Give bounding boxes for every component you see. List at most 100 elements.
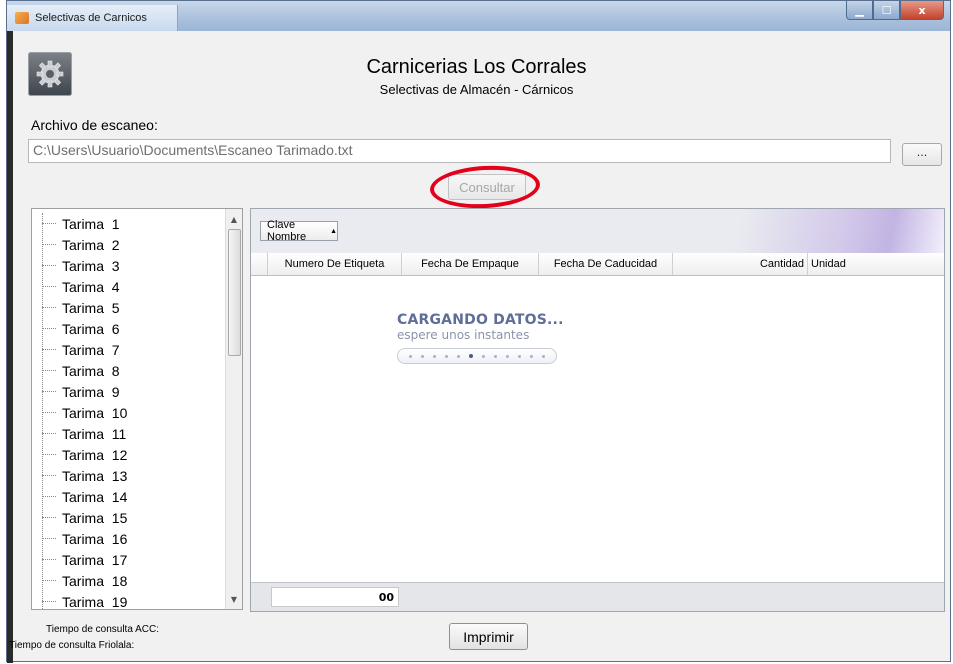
tree-connector <box>42 264 56 267</box>
friolala-query-time-label: Tiempo de consulta Friolala: <box>9 640 135 651</box>
loading-dot <box>482 354 485 358</box>
tree-item-label: Tarima 8 <box>62 362 120 379</box>
title-tab: Selectivas de Carnicos <box>7 5 178 31</box>
tree-connector <box>42 579 56 582</box>
tree-item-label: Tarima 11 <box>62 425 127 442</box>
tree-item[interactable]: Tarima 14 <box>32 486 228 507</box>
loading-dot <box>420 354 424 358</box>
print-button[interactable]: Imprimir <box>449 623 528 650</box>
grid-footer: 00 <box>251 582 944 611</box>
tree-item-label: Tarima 19 <box>62 593 128 610</box>
tree-item[interactable]: Tarima 6 <box>32 318 228 339</box>
tree-item[interactable]: Tarima 2 <box>32 234 228 255</box>
column-fecha-empaque[interactable]: Fecha De Empaque <box>402 253 539 275</box>
tree-item[interactable]: Tarima 7 <box>32 339 228 360</box>
group-by-label: Clave Nombre <box>267 219 307 243</box>
tree-item-label: Tarima 2 <box>62 236 120 253</box>
tree-item[interactable]: Tarima 9 <box>32 381 228 402</box>
close-icon: x <box>918 3 926 17</box>
maximize-button[interactable]: ☐ <box>873 1 900 20</box>
tree-item[interactable]: Tarima 19 <box>32 591 228 610</box>
tree-connector <box>42 600 56 603</box>
tree-item-label: Tarima 13 <box>62 467 128 484</box>
acc-query-time-label: Tiempo de consulta ACC: <box>46 624 160 635</box>
tree-item[interactable]: Tarima 11 <box>32 423 228 444</box>
tree-item-label: Tarima 17 <box>62 551 128 568</box>
page-title: Carnicerias Los Corrales <box>366 56 587 78</box>
file-path-input[interactable]: C:\Users\Usuario\Documents\Escaneo Tarim… <box>28 139 891 163</box>
tree-item-label: Tarima 9 <box>62 383 120 400</box>
page-subtitle: Selectivas de Almacén - Cárnicos <box>379 82 574 97</box>
loading-dot <box>506 354 510 358</box>
loading-dot <box>444 354 448 358</box>
tree-connector <box>42 474 56 477</box>
app-title-icon <box>15 12 29 24</box>
column-unidad[interactable]: Unidad <box>808 253 944 275</box>
title-bar: Selectivas de Carnicos ▁ ☐ x <box>7 1 950 32</box>
tree-item[interactable]: Tarima 4 <box>32 276 228 297</box>
tree-connector <box>42 537 56 540</box>
tree-item[interactable]: Tarima 5 <box>32 297 228 318</box>
tree-item-label: Tarima 6 <box>62 320 120 337</box>
window-controls: ▁ ☐ x <box>846 1 944 21</box>
tree-connector <box>42 495 56 498</box>
tree-item[interactable]: Tarima 10 <box>32 402 228 423</box>
sort-asc-icon: ▲ <box>330 227 337 235</box>
tree-connector <box>42 390 56 393</box>
tree-item[interactable]: Tarima 8 <box>32 360 228 381</box>
tree-connector <box>42 453 56 456</box>
close-button[interactable]: x <box>900 1 944 20</box>
tree-connector <box>42 243 56 246</box>
tree-item-label: Tarima 14 <box>62 488 128 505</box>
loading-progress-bar <box>397 348 557 364</box>
tree-item-label: Tarima 5 <box>62 299 120 316</box>
loading-subtitle: espere unos instantes <box>397 328 530 342</box>
tree-item[interactable]: Tarima 17 <box>32 549 228 570</box>
loading-dot <box>408 354 412 358</box>
tree-item-label: Tarima 12 <box>62 446 128 463</box>
loading-dot <box>518 354 522 358</box>
tree-scrollbar[interactable]: ▲ ▼ <box>225 209 242 609</box>
loading-dot <box>456 354 460 358</box>
tree-item[interactable]: Tarima 15 <box>32 507 228 528</box>
tree-item[interactable]: Tarima 13 <box>32 465 228 486</box>
tarima-tree[interactable]: Tarima 1 Tarima 2 Tarima 3 Tarima 4 Tarima 5… <box>31 208 243 610</box>
grid-column-header: Numero De Etiqueta Fecha De Empaque Fech… <box>251 253 944 276</box>
column-fecha-caducidad[interactable]: Fecha De Caducidad <box>539 253 673 275</box>
scroll-down-icon[interactable]: ▼ <box>226 591 242 607</box>
tree-list: Tarima 1 Tarima 2 Tarima 3 Tarima 4 Tarima 5… <box>32 213 228 610</box>
grid-body: CARGANDO DATOS... espere unos instantes <box>251 276 944 583</box>
scroll-up-icon[interactable]: ▲ <box>226 211 242 227</box>
loading-title: CARGANDO DATOS... <box>397 312 564 328</box>
tree-item-label: Tarima 16 <box>62 530 128 547</box>
loading-dot <box>432 354 436 358</box>
minimize-icon: ▁ <box>855 3 864 17</box>
tree-connector <box>42 558 56 561</box>
tree-item[interactable]: Tarima 12 <box>32 444 228 465</box>
scroll-thumb[interactable] <box>228 229 241 356</box>
tree-item[interactable]: Tarima 18 <box>32 570 228 591</box>
tree-item[interactable]: Tarima 16 <box>32 528 228 549</box>
grid-footer-total: 00 <box>271 587 399 607</box>
window-title: Selectivas de Carnicos <box>35 12 147 24</box>
tree-connector <box>42 327 56 330</box>
tree-item-label: Tarima 3 <box>62 257 120 274</box>
tree-item[interactable]: Tarima 1 <box>32 213 228 234</box>
data-grid: Clave Nombre ▲ Numero De Etiqueta Fecha … <box>250 208 945 612</box>
tree-connector <box>42 432 56 435</box>
tree-item[interactable]: Tarima 3 <box>32 255 228 276</box>
column-cantidad[interactable]: Cantidad <box>673 253 808 275</box>
tree-connector <box>42 222 56 225</box>
loading-dot <box>530 354 534 358</box>
tree-item-label: Tarima 15 <box>62 509 128 526</box>
browse-button[interactable]: ... <box>902 143 942 166</box>
group-by-chip[interactable]: Clave Nombre ▲ <box>260 219 338 243</box>
column-numero-etiqueta[interactable]: Numero De Etiqueta <box>268 253 402 275</box>
file-label: Archivo de escaneo: <box>31 117 158 133</box>
tree-connector <box>42 306 56 309</box>
tree-connector <box>42 285 56 288</box>
tree-connector <box>42 369 56 372</box>
loading-indicator: CARGANDO DATOS... espere unos instantes <box>397 312 572 364</box>
minimize-button[interactable]: ▁ <box>846 1 873 20</box>
consultar-button[interactable]: Consultar <box>448 174 526 200</box>
